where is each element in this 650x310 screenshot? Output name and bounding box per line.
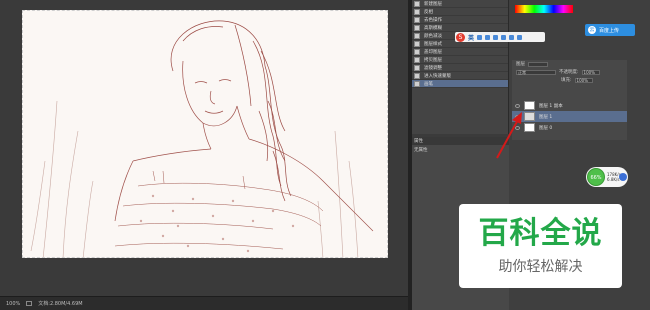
history-panel: 新建图层 反相 去色操作 高斯模糊 颜色减淡 图层样式 盖印图层 拷贝图层 滤镜… bbox=[412, 0, 509, 134]
export-icon[interactable] bbox=[26, 301, 33, 306]
watermark-title: 百科全说 bbox=[478, 216, 603, 251]
fill-row: 填充: 100% bbox=[512, 76, 627, 84]
visibility-eye-icon[interactable] bbox=[515, 125, 520, 130]
watermark-subtitle: 助你轻松解决 bbox=[498, 259, 583, 275]
history-thumb-icon bbox=[414, 16, 420, 23]
history-item[interactable]: 反相 bbox=[412, 8, 508, 16]
speed-percent: 66% bbox=[587, 168, 605, 186]
fill-input[interactable]: 100% bbox=[574, 77, 593, 83]
sogou-logo-icon[interactable]: S bbox=[456, 32, 465, 42]
history-thumb-icon bbox=[414, 8, 420, 15]
history-thumb-icon bbox=[414, 32, 420, 39]
history-item[interactable]: 高斯模糊 bbox=[412, 24, 508, 32]
history-item[interactable]: 滤镜调整 bbox=[412, 64, 508, 72]
layer-thumbnail bbox=[524, 112, 535, 121]
document-area: 100% 文档:2.80M/4.69M bbox=[0, 0, 408, 310]
history-thumb-icon bbox=[414, 0, 420, 7]
zoom-level[interactable]: 100% bbox=[6, 301, 20, 307]
status-bar: 100% 文档:2.80M/4.69M bbox=[0, 296, 408, 310]
tab-layers[interactable]: 图层 bbox=[516, 61, 525, 67]
history-thumb-icon bbox=[414, 40, 420, 47]
layer-thumbnail bbox=[524, 101, 535, 110]
history-thumb-icon bbox=[414, 48, 420, 55]
layers-panel: 图层 正常 不透明度: 100% 填充: 100% 图层 1 副本 图层 1 图… bbox=[512, 60, 627, 140]
color-spectrum[interactable] bbox=[515, 5, 573, 13]
history-thumb-icon bbox=[414, 64, 420, 71]
history-thumb-icon bbox=[414, 56, 420, 63]
blend-mode-select[interactable]: 正常 bbox=[516, 69, 556, 75]
properties-content: 无属性 bbox=[414, 148, 428, 153]
history-thumb-icon bbox=[414, 72, 420, 79]
opacity-input[interactable]: 100% bbox=[581, 69, 600, 75]
microphone-icon[interactable] bbox=[493, 34, 499, 40]
opacity-label: 不透明度: bbox=[559, 70, 579, 75]
layer-filter-select[interactable] bbox=[528, 61, 548, 67]
baidu-upload-button[interactable]: 云 百度上传 bbox=[585, 24, 635, 36]
watermark-logo: 百科全说 助你轻松解决 bbox=[459, 204, 622, 288]
moon-icon[interactable] bbox=[477, 34, 483, 40]
network-speed-widget[interactable]: 66% 178K/s 6.8K/s bbox=[586, 167, 628, 187]
history-thumb-icon bbox=[414, 24, 420, 31]
history-item[interactable]: 盖印图层 bbox=[412, 48, 508, 56]
blend-row: 正常 不透明度: 100% bbox=[512, 68, 627, 76]
cloud-icon: 云 bbox=[588, 26, 596, 34]
ime-toolbar[interactable]: S 英 bbox=[455, 32, 545, 42]
history-item[interactable]: 进入快速蒙版 bbox=[412, 72, 508, 80]
visibility-eye-icon[interactable] bbox=[515, 114, 520, 119]
history-item-selected[interactable]: 画笔 bbox=[412, 80, 508, 88]
keyboard-icon[interactable] bbox=[501, 34, 507, 40]
tab-properties[interactable]: 属性 bbox=[412, 137, 509, 145]
history-item[interactable]: 拷贝图层 bbox=[412, 56, 508, 64]
layers-tab-row: 图层 bbox=[512, 60, 627, 68]
layer-thumbnail bbox=[524, 123, 535, 132]
pencil-sketch-portrait bbox=[30, 20, 374, 257]
fill-label: 填充: bbox=[561, 78, 572, 83]
brush-icon bbox=[414, 80, 420, 87]
canvas-sketch-image[interactable] bbox=[22, 10, 388, 258]
accelerator-icon[interactable] bbox=[619, 173, 627, 181]
layer-row[interactable]: 图层 1 副本 bbox=[512, 100, 627, 111]
punctuation-icon[interactable] bbox=[485, 34, 491, 40]
layer-row[interactable]: 图层 0 bbox=[512, 122, 627, 133]
photoshop-window: 100% 文档:2.80M/4.69M 新建图层 反相 去色操作 高斯模糊 颜色… bbox=[0, 0, 650, 310]
layer-row-selected[interactable]: 图层 1 bbox=[512, 111, 627, 122]
history-item[interactable]: 去色操作 bbox=[412, 16, 508, 24]
ime-mode[interactable]: 英 bbox=[468, 33, 474, 42]
skin-icon[interactable] bbox=[509, 34, 515, 40]
document-size: 文档:2.80M/4.69M bbox=[38, 301, 83, 307]
history-item[interactable]: 新建图层 bbox=[412, 0, 508, 8]
visibility-eye-icon[interactable] bbox=[515, 103, 520, 108]
tools-icon[interactable] bbox=[517, 34, 523, 40]
